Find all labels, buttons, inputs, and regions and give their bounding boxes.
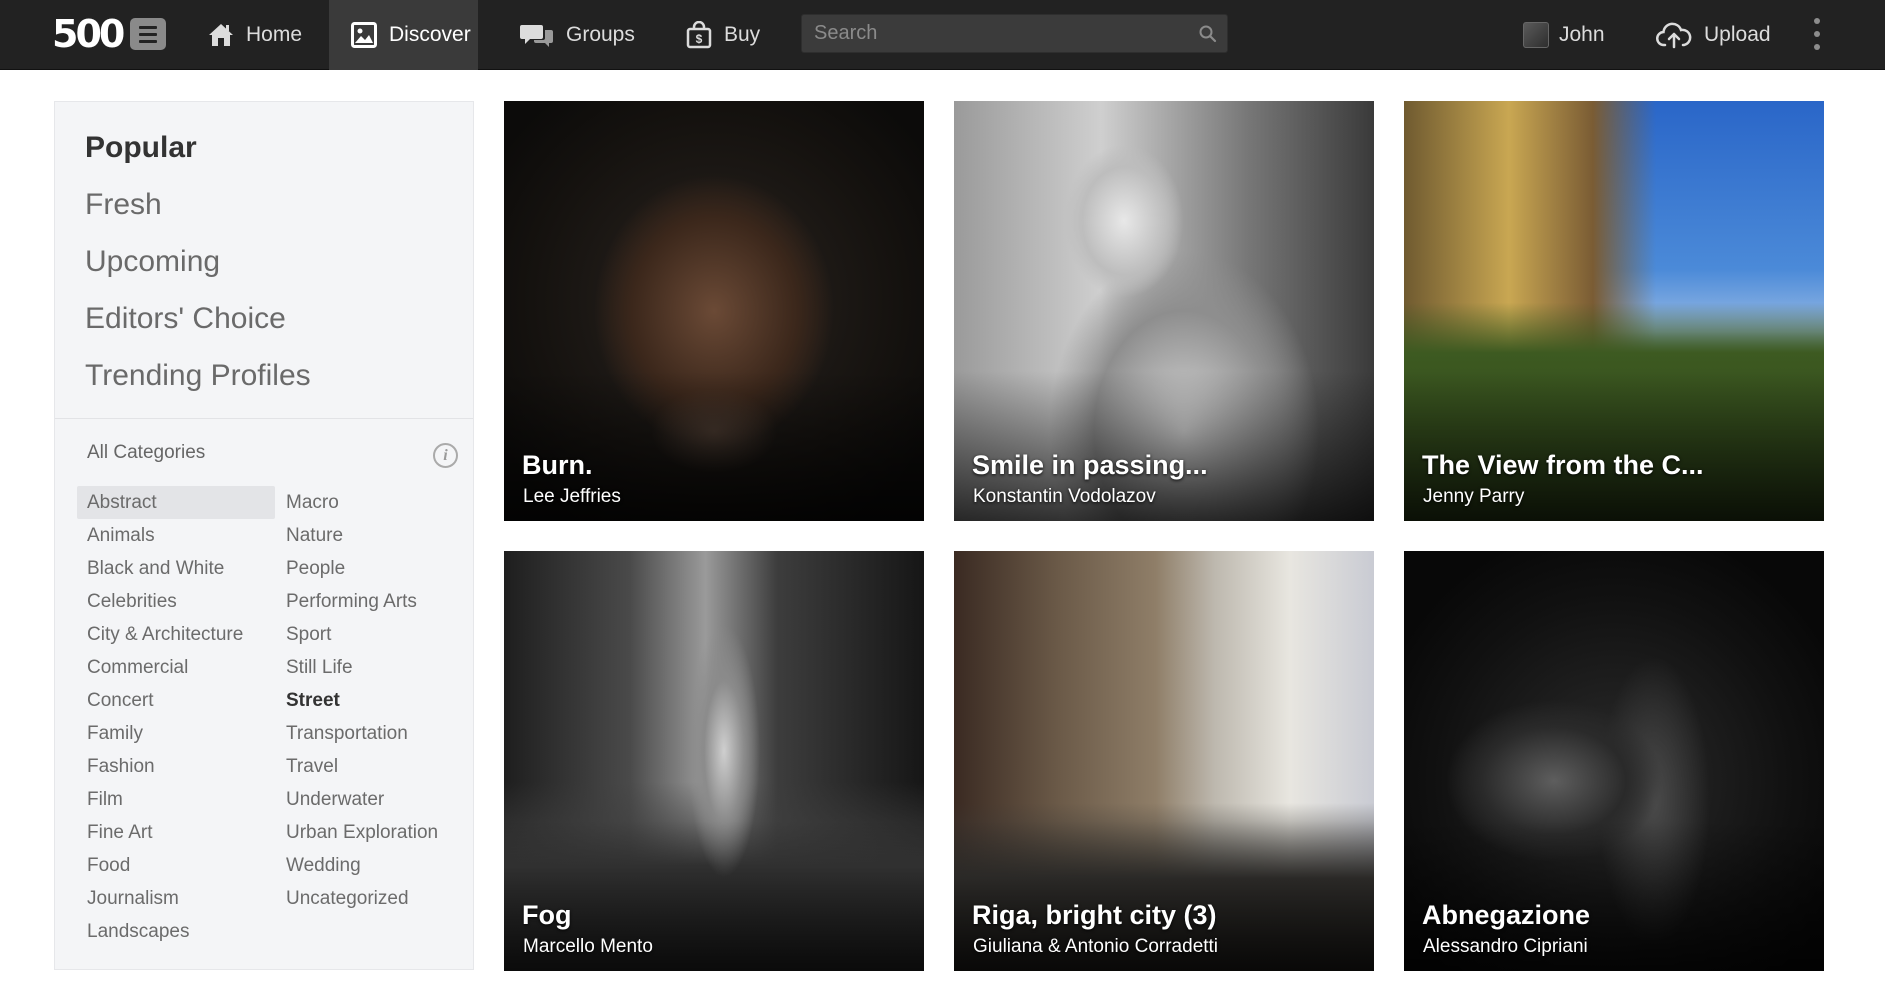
feed-upcoming[interactable]: Upcoming: [85, 242, 473, 299]
nav-buy[interactable]: $ Buy: [686, 0, 786, 70]
category-fine-art[interactable]: Fine Art: [77, 816, 275, 849]
feed-editors-choice[interactable]: Editors' Choice: [85, 299, 473, 356]
category-black-and-white[interactable]: Black and White: [77, 552, 275, 585]
category-macro[interactable]: Macro: [276, 486, 466, 519]
upload-button[interactable]: Upload: [1656, 0, 1776, 70]
photo-author[interactable]: Giuliana & Antonio Corradetti: [973, 936, 1218, 958]
photo-card[interactable]: Abnegazione Alessandro Cipriani: [1404, 551, 1824, 971]
photo-title[interactable]: Burn.: [522, 450, 593, 481]
photo-card[interactable]: Smile in passing... Konstantin Vodolazov: [954, 101, 1374, 521]
more-options-icon[interactable]: [1812, 18, 1822, 50]
nav-groups[interactable]: Groups: [520, 0, 644, 70]
category-journalism[interactable]: Journalism: [77, 882, 275, 915]
feed-fresh[interactable]: Fresh: [85, 185, 473, 242]
home-icon: [209, 24, 233, 46]
category-film[interactable]: Film: [77, 783, 275, 816]
upload-label: Upload: [1704, 23, 1771, 46]
search-input[interactable]: [802, 15, 1227, 52]
nav-buy-label: Buy: [724, 23, 761, 46]
user-name: John: [1559, 23, 1605, 46]
categories-header[interactable]: All Categories: [87, 442, 205, 464]
category-landscapes[interactable]: Landscapes: [77, 915, 275, 948]
photo-author[interactable]: Lee Jeffries: [523, 486, 621, 508]
top-navigation-bar: 500 Home Discover Groups $ Buy John Uplo…: [0, 0, 1885, 70]
category-list-right: Macro Nature People Performing Arts Spor…: [276, 486, 466, 915]
photo-title[interactable]: Fog: [522, 900, 571, 931]
search-box: [801, 14, 1228, 53]
category-family[interactable]: Family: [77, 717, 275, 750]
category-abstract[interactable]: Abstract: [77, 486, 275, 519]
sidebar: Popular Fresh Upcoming Editors' Choice T…: [54, 101, 474, 970]
category-underwater[interactable]: Underwater: [276, 783, 466, 816]
chat-bubbles-icon: [520, 25, 553, 47]
category-sport[interactable]: Sport: [276, 618, 466, 651]
svg-text:$: $: [696, 32, 703, 46]
nav-discover[interactable]: Discover: [329, 0, 478, 70]
feed-list: Popular Fresh Upcoming Editors' Choice T…: [55, 102, 473, 419]
category-wedding[interactable]: Wedding: [276, 849, 466, 882]
nav-home-label: Home: [246, 23, 303, 46]
category-nature[interactable]: Nature: [276, 519, 466, 552]
category-celebrities[interactable]: Celebrities: [77, 585, 275, 618]
user-menu[interactable]: John: [1523, 0, 1615, 70]
photo-card[interactable]: Riga, bright city (3) Giuliana & Antonio…: [954, 551, 1374, 971]
category-concert[interactable]: Concert: [77, 684, 275, 717]
photo-author[interactable]: Alessandro Cipriani: [1423, 936, 1588, 958]
category-travel[interactable]: Travel: [276, 750, 466, 783]
info-icon[interactable]: i: [433, 443, 458, 468]
menu-icon[interactable]: [130, 18, 167, 50]
avatar: [1523, 22, 1549, 48]
category-fashion[interactable]: Fashion: [77, 750, 275, 783]
category-commercial[interactable]: Commercial: [77, 651, 275, 684]
photo-author[interactable]: Konstantin Vodolazov: [973, 486, 1156, 508]
photo-author[interactable]: Marcello Mento: [523, 936, 653, 958]
category-animals[interactable]: Animals: [77, 519, 275, 552]
category-list-left: Abstract Animals Black and White Celebri…: [77, 486, 275, 948]
photo-title[interactable]: Abnegazione: [1422, 900, 1590, 931]
photo-title[interactable]: Riga, bright city (3): [972, 900, 1217, 931]
logo-text: 500: [52, 12, 125, 56]
category-transportation[interactable]: Transportation: [276, 717, 466, 750]
feed-popular[interactable]: Popular: [85, 128, 473, 185]
category-uncategorized[interactable]: Uncategorized: [276, 882, 466, 915]
photo-card[interactable]: Burn. Lee Jeffries: [504, 101, 924, 521]
category-still-life[interactable]: Still Life: [276, 651, 466, 684]
category-performing-arts[interactable]: Performing Arts: [276, 585, 466, 618]
nav-home[interactable]: Home: [208, 0, 318, 70]
photo-title[interactable]: The View from the C...: [1422, 450, 1704, 481]
category-city-architecture[interactable]: City & Architecture: [77, 618, 275, 651]
search-icon[interactable]: [1198, 24, 1218, 44]
nav-groups-label: Groups: [566, 23, 635, 46]
shopping-bag-icon: $: [686, 21, 712, 49]
cloud-upload-icon: [1656, 22, 1692, 49]
category-people[interactable]: People: [276, 552, 466, 585]
category-urban-exploration[interactable]: Urban Exploration: [276, 816, 466, 849]
category-street[interactable]: Street: [276, 684, 466, 717]
image-icon: [351, 22, 377, 48]
photo-title[interactable]: Smile in passing...: [972, 450, 1208, 481]
photo-card[interactable]: Fog Marcello Mento: [504, 551, 924, 971]
feed-trending-profiles[interactable]: Trending Profiles: [85, 356, 473, 413]
nav-discover-label: Discover: [389, 23, 471, 46]
category-food[interactable]: Food: [77, 849, 275, 882]
photo-card[interactable]: The View from the C... Jenny Parry: [1404, 101, 1824, 521]
logo[interactable]: 500: [52, 12, 167, 56]
photo-author[interactable]: Jenny Parry: [1423, 486, 1524, 508]
